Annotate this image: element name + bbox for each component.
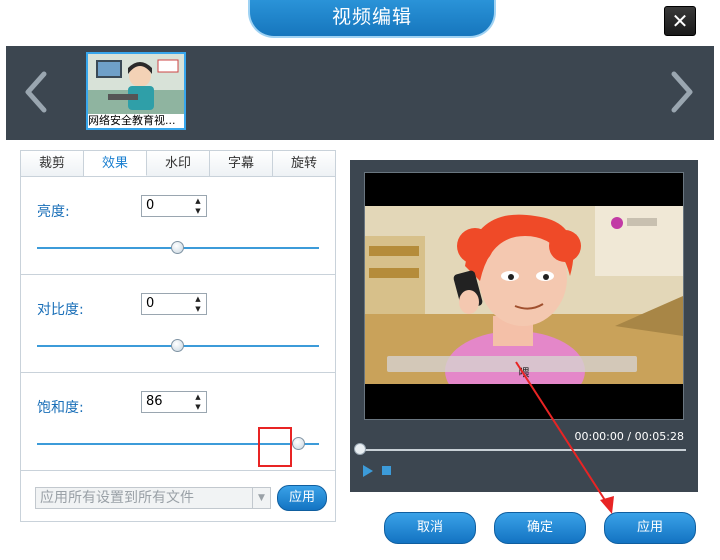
apply-all-row: 应用所有设置到所有文件 ▼ 应用 xyxy=(21,471,335,521)
timeline-knob[interactable] xyxy=(354,443,366,455)
saturation-stepper[interactable]: 86 ▲ ▼ xyxy=(141,391,207,413)
chevron-left-icon[interactable] xyxy=(22,70,52,114)
brightness-stepper[interactable]: 0 ▲ ▼ xyxy=(141,195,207,217)
tab-rotate[interactable]: 旋转 xyxy=(273,151,335,176)
saturation-value: 86 xyxy=(146,394,163,409)
title-bar: 视频编辑 ✕ xyxy=(0,0,720,46)
apply-all-select[interactable]: 应用所有设置到所有文件 ▼ xyxy=(35,487,271,509)
ok-button[interactable]: 确定 xyxy=(494,512,586,544)
video-preview[interactable]: 喂 xyxy=(364,172,684,420)
apply-all-select-value: 应用所有设置到所有文件 xyxy=(40,490,194,506)
stepper-arrows-icon[interactable]: ▲ ▼ xyxy=(190,294,206,314)
tab-watermark[interactable]: 水印 xyxy=(147,151,210,176)
contrast-value: 0 xyxy=(146,296,155,311)
tab-bar: 裁剪 效果 水印 字幕 旋转 xyxy=(21,151,335,177)
playback-time: 00:00:00 / 00:05:28 xyxy=(574,430,684,443)
window-title: 视频编辑 xyxy=(248,0,496,38)
saturation-slider-thumb[interactable] xyxy=(292,437,306,450)
video-thumbnail[interactable]: 网络安全教育视... xyxy=(86,52,186,130)
timeline-track[interactable] xyxy=(360,449,686,451)
stop-icon[interactable] xyxy=(382,466,391,475)
saturation-label: 饱和度: xyxy=(37,400,84,416)
chevron-right-icon[interactable] xyxy=(666,70,696,114)
play-icon[interactable] xyxy=(362,464,374,478)
video-subtitle: 喂 xyxy=(518,366,530,379)
contrast-label: 对比度: xyxy=(37,302,84,318)
tab-crop[interactable]: 裁剪 xyxy=(21,151,84,176)
thumbnail-image xyxy=(88,54,184,114)
tab-effects[interactable]: 效果 xyxy=(84,151,147,176)
preview-panel: 喂 00:00:00 / 00:05:28 xyxy=(350,160,698,492)
thumbnail-label: 网络安全教育视... xyxy=(88,114,184,128)
brightness-label: 亮度: xyxy=(37,204,70,220)
close-icon: ✕ xyxy=(671,9,689,33)
contrast-stepper[interactable]: 0 ▲ ▼ xyxy=(141,293,207,315)
dropdown-icon[interactable]: ▼ xyxy=(252,488,270,508)
brightness-slider-thumb[interactable] xyxy=(171,241,184,254)
cancel-button[interactable]: 取消 xyxy=(384,512,476,544)
apply-button[interactable]: 应用 xyxy=(604,512,696,544)
apply-all-button[interactable]: 应用 xyxy=(277,485,327,511)
stepper-arrows-icon[interactable]: ▲ ▼ xyxy=(190,196,206,216)
brightness-value: 0 xyxy=(146,198,155,213)
contrast-slider-thumb[interactable] xyxy=(171,339,184,352)
thumbnail-strip: 网络安全教育视... xyxy=(6,46,714,140)
close-button[interactable]: ✕ xyxy=(664,6,696,36)
video-frame-image xyxy=(365,206,683,384)
tab-subtitle[interactable]: 字幕 xyxy=(210,151,273,176)
brightness-section: 亮度: 0 ▲ ▼ xyxy=(21,177,335,275)
highlight-annotation xyxy=(258,427,292,467)
stepper-arrows-icon[interactable]: ▲ ▼ xyxy=(190,392,206,412)
contrast-section: 对比度: 0 ▲ ▼ xyxy=(21,275,335,373)
